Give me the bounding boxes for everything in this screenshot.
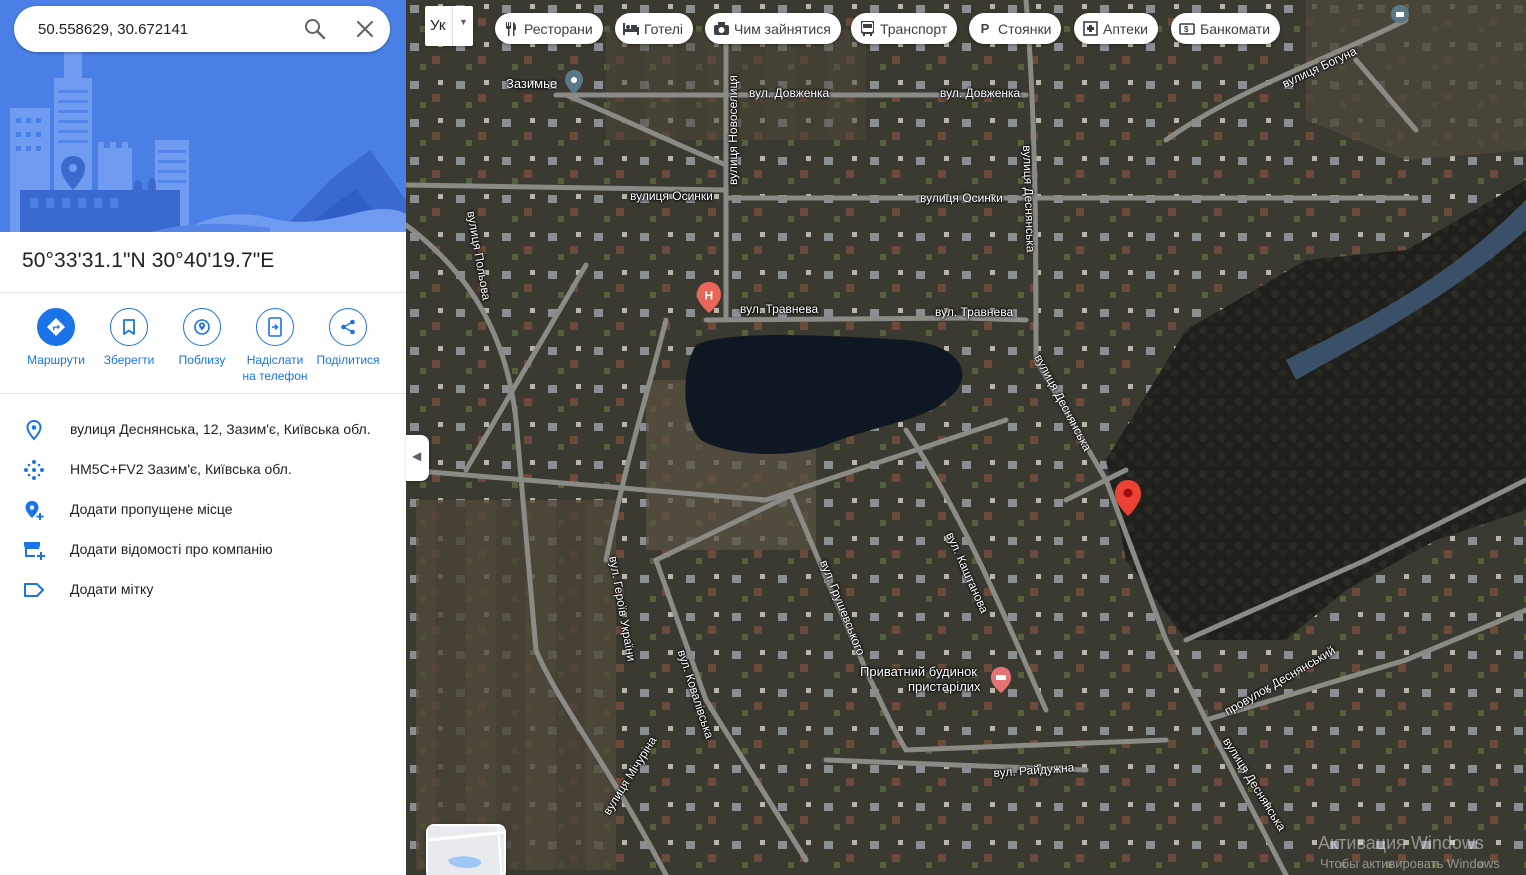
add-label-row[interactable]: Додати мітку — [0, 569, 406, 609]
satellite-imagery: H — [406, 0, 1526, 875]
location-pin-icon — [22, 418, 46, 442]
divider — [452, 6, 453, 46]
maps-app: H Зазимье вул. Довженка вул. Довженка ву… — [0, 0, 1526, 875]
layers-toggle-thumbnail[interactable] — [426, 824, 506, 875]
restaurant-icon — [503, 21, 519, 37]
add-business-row[interactable]: Додати відомості про компанію — [0, 529, 406, 569]
svg-text:$: $ — [1184, 25, 1189, 34]
chevron-down-icon: ▼ — [459, 17, 468, 27]
map-label-street: вулиця Осинки — [630, 189, 713, 203]
svg-text:H: H — [705, 289, 714, 303]
chip-atms[interactable]: $ Банкомати — [1171, 13, 1281, 44]
bookmark-icon — [110, 308, 148, 346]
plus-code-icon — [22, 458, 46, 482]
save-label: Зберегти — [103, 353, 155, 367]
add-missing-place-row[interactable]: Додати пропущене місце — [0, 489, 406, 529]
map-layer-preview-icon — [428, 826, 504, 875]
map-language-button[interactable]: Ук ▼ — [425, 6, 473, 46]
add-missing-place-text: Додати пропущене місце — [70, 501, 233, 517]
address-text: вулиця Деснянська, 12, Зазим'є, Київська… — [70, 421, 371, 437]
map-label-poi-nursing-home[interactable]: пристарілих — [908, 679, 981, 694]
divider — [0, 292, 406, 293]
map-label-street: вул. Довженка — [749, 86, 830, 100]
divider — [0, 393, 406, 394]
send-to-phone-label-line1: Надіслати — [246, 353, 304, 367]
save-button[interactable]: Зберегти — [92, 308, 166, 368]
map-label-poi-nursing-home[interactable]: Приватний будинок — [860, 664, 977, 679]
collapse-panel-button[interactable]: ◀ — [406, 435, 429, 481]
satellite-map[interactable]: H — [406, 0, 1526, 875]
plus-code-text: HM5C+FV2 Зазим'є, Київська обл. — [70, 461, 292, 477]
directions-button[interactable]: Маршрути — [19, 308, 93, 368]
chip-restaurants[interactable]: Ресторани — [495, 13, 603, 44]
send-to-phone-button[interactable]: Надіслати на телефон — [238, 308, 312, 384]
add-label-text: Додати мітку — [70, 581, 154, 597]
map-label-street: вул. Травнева — [935, 305, 1014, 319]
parking-icon: P — [980, 21, 990, 36]
label-icon — [22, 578, 46, 602]
nearby-button[interactable]: Поблизу — [165, 308, 239, 368]
send-to-phone-label: Надіслати на телефон — [238, 352, 312, 384]
place-title-coordinates: 50°33'31.1"N 30°40'19.7"E — [22, 249, 275, 272]
address-row[interactable]: вулиця Деснянська, 12, Зазим'є, Київська… — [0, 409, 406, 449]
add-place-icon — [22, 498, 46, 522]
add-business-icon — [22, 538, 46, 562]
language-label: Ук — [430, 17, 446, 34]
nearby-icon — [183, 308, 221, 346]
nearby-label: Поблизу — [178, 353, 226, 367]
map-label-street: вулиця Новоселиця — [726, 75, 740, 185]
chip-hotels[interactable]: Готелі — [615, 13, 693, 44]
map-label-street: вул. Довженка — [940, 86, 1021, 100]
search-input[interactable] — [38, 18, 288, 40]
transit-icon — [859, 21, 875, 37]
chip-parking[interactable]: P Стоянки — [969, 13, 1062, 44]
directions-icon — [37, 308, 75, 346]
directions-label: Маршрути — [27, 353, 85, 367]
map-label-street: вулиця Осинки — [920, 191, 1003, 205]
map-label-zazymie[interactable]: Зазимье — [506, 76, 557, 91]
chevron-left-icon: ◀ — [412, 449, 422, 463]
chip-transit[interactable]: Транспорт — [851, 13, 958, 44]
chip-pharmacies[interactable]: Аптеки — [1074, 13, 1158, 44]
watermark-line1: Активация Windows — [1318, 833, 1484, 853]
atm-icon: $ — [1179, 21, 1195, 37]
search-box — [14, 6, 390, 52]
hotel-icon — [623, 21, 639, 37]
add-business-text: Додати відомості про компанію — [70, 541, 273, 557]
send-to-phone-label-line2: на телефон — [242, 369, 308, 383]
chip-things-to-do[interactable]: Чим зайнятися — [705, 13, 841, 44]
windows-activation-watermark: Активация Windows Чтобы активировать Win… — [1318, 833, 1500, 871]
share-button[interactable]: Поділитися — [311, 308, 385, 368]
pharmacy-icon — [1082, 21, 1098, 37]
watermark-line2: Чтобы активировать Windows — [1320, 856, 1500, 871]
close-icon[interactable] — [352, 16, 378, 42]
send-to-phone-icon — [256, 308, 294, 346]
share-label: Поділитися — [316, 353, 380, 367]
plus-code-row[interactable]: HM5C+FV2 Зазим'є, Київська обл. — [0, 449, 406, 489]
share-icon — [329, 308, 367, 346]
map-label-street: вул. Травнева — [740, 302, 819, 316]
side-panel: 50°33'31.1"N 30°40'19.7"E Маршрути Збере… — [0, 0, 406, 875]
search-icon[interactable] — [302, 16, 328, 42]
camera-icon — [713, 21, 729, 37]
place-hero-illustration — [0, 0, 406, 232]
